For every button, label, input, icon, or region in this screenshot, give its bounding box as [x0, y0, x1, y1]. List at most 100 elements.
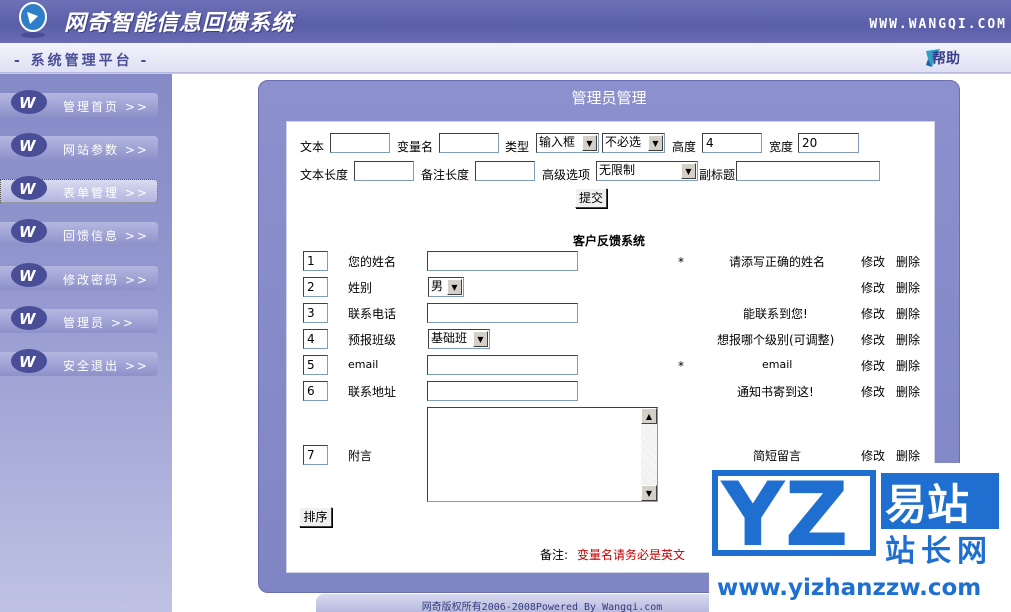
chevron-down-icon[interactable]: ▼	[681, 163, 696, 179]
edit-link[interactable]: 修改	[861, 447, 885, 464]
varname-label: 变量名	[397, 140, 434, 154]
textlen-input[interactable]	[354, 161, 414, 181]
textlen-label: 文本长度	[300, 168, 349, 182]
sidebar-item-label: 修改密码 >>	[63, 273, 149, 287]
sidebar-item-change-password[interactable]: W 修改密码 >>	[0, 261, 158, 291]
sidebar-item-logout[interactable]: W 安全退出 >>	[0, 347, 158, 377]
required-mark: *	[678, 255, 684, 269]
svg-text:W: W	[19, 267, 37, 285]
text-input[interactable]	[330, 133, 390, 153]
height-label: 高度	[672, 140, 697, 154]
watermark-brand: 易站	[885, 480, 969, 529]
chevron-down-icon[interactable]: ▼	[447, 279, 462, 295]
sidebar-item-admin[interactable]: W 管理员 >>	[0, 304, 158, 334]
order-input[interactable]	[303, 251, 328, 271]
footer: 网奇版权所有2006-2008Powered By Wangqi.com	[316, 594, 768, 612]
field-note: 想报哪个级别(可调整)	[717, 333, 835, 347]
sidebar-item-site-params[interactable]: W 网站参数 >>	[0, 131, 158, 161]
chevron-down-icon[interactable]: ▼	[648, 135, 663, 151]
required-select[interactable]: 不必选 ▼	[602, 133, 665, 153]
sidebar-item-feedback[interactable]: W 回馈信息 >>	[0, 217, 158, 247]
field-note: 能联系到您!	[743, 307, 808, 321]
sidebar-item-label: 管理员 >>	[63, 316, 135, 330]
watermark-logo: YZ 易站 站长网 www.yizhanzzw.com	[712, 463, 999, 601]
w-logo-icon: W	[11, 133, 47, 157]
address-field[interactable]	[427, 381, 578, 401]
field-note: 通知书寄到这!	[737, 385, 814, 399]
feedback-title: 客户反馈系统	[573, 234, 646, 248]
svg-text:W: W	[19, 94, 37, 112]
chevron-down-icon[interactable]: ▼	[582, 135, 597, 151]
sidebar-item-label: 安全退出 >>	[63, 359, 149, 373]
w-logo-icon: W	[11, 90, 47, 114]
edit-link[interactable]: 修改	[861, 357, 885, 374]
watermark-letters: YZ	[720, 463, 849, 566]
delete-link[interactable]: 删除	[896, 357, 920, 374]
width-input[interactable]	[798, 133, 859, 153]
sidebar-item-home[interactable]: W 管理首页 >>	[0, 88, 158, 118]
edit-link[interactable]: 修改	[861, 253, 885, 270]
sidebar-item-form-manage[interactable]: W 表单管理 >>	[0, 174, 158, 204]
notelen-input[interactable]	[475, 161, 535, 181]
copyright-text: 网奇版权所有2006-2008Powered By Wangqi.com	[421, 602, 663, 612]
class-select[interactable]: 基础班 ▼	[428, 329, 490, 349]
help-label: 帮助	[932, 51, 960, 67]
notelen-label: 备注长度	[421, 168, 470, 182]
top-banner: 网奇智能信息回馈系统 WWW.WANGQI.COM	[0, 0, 1011, 43]
edit-link[interactable]: 修改	[861, 383, 885, 400]
delete-link[interactable]: 删除	[896, 331, 920, 348]
delete-link[interactable]: 删除	[896, 383, 920, 400]
order-input[interactable]	[303, 303, 328, 323]
type-select-value: 输入框	[539, 135, 576, 149]
width-label: 宽度	[769, 140, 794, 154]
chevron-down-icon[interactable]: ▼	[473, 331, 488, 347]
gender-select-value: 男	[431, 279, 444, 293]
order-input[interactable]	[303, 381, 328, 401]
svg-text:W: W	[19, 353, 37, 371]
delete-link[interactable]: 删除	[896, 447, 920, 464]
watermark-url: www.yizhanzzw.com	[717, 575, 981, 601]
order-input[interactable]	[303, 277, 328, 297]
sidebar: W 管理首页 >> W 网站参数 >> W 表单管理 >> W 回馈信息 >> …	[0, 74, 172, 612]
scroll-up-icon[interactable]: ▲	[641, 408, 657, 424]
order-input[interactable]	[303, 329, 328, 349]
edit-link[interactable]: 修改	[861, 279, 885, 296]
help-button[interactable]: 帮助	[922, 47, 960, 69]
sort-button[interactable]: 排序	[299, 507, 332, 527]
type-select[interactable]: 输入框 ▼	[536, 133, 599, 153]
advanced-select[interactable]: 无限制 ▼	[596, 161, 698, 181]
edit-link[interactable]: 修改	[861, 331, 885, 348]
sidebar-item-label: 网站参数 >>	[63, 143, 149, 157]
sidebar-item-label: 回馈信息 >>	[63, 229, 149, 243]
subtitle-label: 副标题	[699, 168, 736, 182]
order-input[interactable]	[303, 445, 328, 465]
field-name: 姓别	[348, 281, 373, 295]
delete-link[interactable]: 删除	[896, 279, 920, 296]
phone-field[interactable]	[427, 303, 578, 323]
subtitle-input[interactable]	[736, 161, 880, 181]
panel-title: 管理员管理	[571, 89, 647, 107]
edit-link[interactable]: 修改	[861, 305, 885, 322]
delete-link[interactable]: 删除	[896, 253, 920, 270]
submit-button[interactable]: 提交	[575, 188, 607, 208]
scrollbar[interactable]: ▲ ▼	[641, 408, 657, 501]
email-field[interactable]	[427, 355, 578, 375]
logo-icon	[19, 2, 47, 38]
varname-input[interactable]	[439, 133, 499, 153]
scroll-down-icon[interactable]: ▼	[641, 485, 657, 501]
name-field[interactable]	[427, 251, 578, 271]
remark-prefix: 备注:	[540, 548, 569, 562]
field-name: 预报班级	[348, 333, 397, 347]
type-label: 类型	[505, 140, 530, 154]
required-mark: *	[678, 359, 684, 373]
height-input[interactable]	[702, 133, 762, 153]
site-url: WWW.WANGQI.COM	[869, 17, 1007, 32]
sidebar-item-label: 管理首页 >>	[63, 100, 149, 114]
message-textarea[interactable]: ▲ ▼	[427, 407, 658, 502]
field-note: email	[762, 358, 793, 371]
gender-select[interactable]: 男 ▼	[428, 277, 464, 297]
w-logo-icon: W	[11, 306, 47, 330]
order-input[interactable]	[303, 355, 328, 375]
delete-link[interactable]: 删除	[896, 305, 920, 322]
w-logo-icon: W	[11, 349, 47, 373]
